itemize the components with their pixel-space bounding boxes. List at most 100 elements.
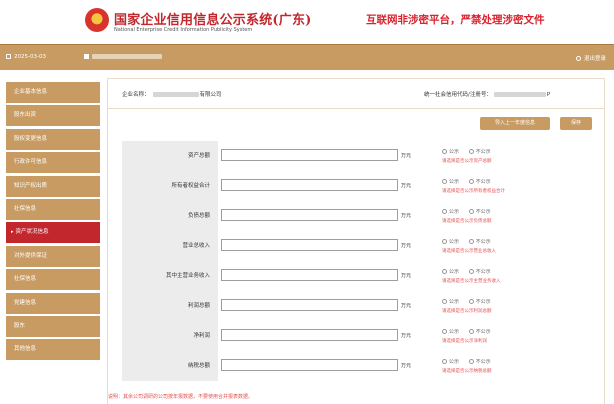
validation-hint: 请选择是否公示利润总额 [442, 309, 492, 314]
validation-hint: 请选择是否公示纳税总额 [442, 369, 492, 374]
private-radio[interactable] [468, 269, 474, 274]
site-subtitle: National Enterprise Credit Information P… [114, 27, 253, 33]
publicity-radio-group: 公示 不公示 [442, 298, 491, 305]
main-business-revenue-input[interactable] [221, 269, 398, 281]
form-row-main-business-revenue: 其中主营业务收入 万元 公示 不公示 请选择是否公示主营业务收入 [122, 261, 590, 291]
national-emblem-icon [85, 8, 109, 32]
publicity-radio-group: 公示 不公示 [442, 238, 491, 245]
public-radio[interactable] [442, 299, 447, 304]
logout-label: 退出登录 [583, 56, 606, 62]
form-row-net-profit: 净利润 万元 公示 不公示 请选择是否公示净利润 [122, 321, 590, 351]
power-icon [575, 56, 581, 61]
redacted-credit-code [493, 92, 546, 97]
main-panel: 企业名称： 有限公司 统一社会信用代码/注册号： P 导入上一年度信息 保存 资产总… [107, 78, 605, 404]
public-radio-label: 公示 [449, 179, 460, 185]
sidebar-item-equity-change[interactable]: 股权变更信息 [6, 128, 100, 150]
credit-code-label: 统一社会信用代码/注册号： [424, 92, 492, 98]
import-last-year-button[interactable]: 导入上一年度信息 [480, 117, 550, 130]
field-value-cell: 万元 公示 不公示 请选择是否公示负债总额 [218, 201, 590, 231]
publicity-radio-group: 公示 不公示 [442, 268, 491, 275]
private-radio[interactable] [468, 359, 474, 364]
public-radio[interactable] [442, 329, 447, 334]
sidebar-item-label: 知识产权出质 [14, 182, 48, 189]
field-value-cell: 万元 公示 不公示 请选择是否公示营业总收入 [218, 231, 590, 261]
field-label: 利润总额 [122, 291, 218, 321]
public-radio[interactable] [442, 359, 447, 364]
validation-hint: 请选择是否公示负债总额 [442, 219, 492, 224]
publicity-radio-group: 公示 不公示 [442, 328, 491, 335]
publicity-radio-group: 公示 不公示 [442, 148, 491, 155]
private-radio-label: 不公示 [475, 359, 491, 365]
public-radio[interactable] [442, 149, 447, 154]
publicity-radio-group: 公示 不公示 [442, 208, 491, 215]
sidebar-item-basic-info[interactable]: 企业基本信息 [6, 82, 100, 103]
logout-button[interactable]: 退出登录 [575, 54, 606, 62]
sidebar-item-shareholder-contribution[interactable]: 股东出资 [6, 105, 100, 127]
sidebar-item-social-security[interactable]: 社保信息 [6, 198, 100, 220]
unit-label: 万元 [401, 273, 412, 279]
save-button[interactable]: 保存 [560, 117, 592, 130]
company-name-suffix: 有限公司 [199, 92, 222, 98]
sidebar-item-party-building[interactable]: 党建信息 [6, 292, 100, 314]
private-radio-label: 不公示 [475, 299, 491, 305]
asset-status-form: 资产总额 万元 公示 不公示 请选择是否公示资产总额 所有者权益合计 万元 公示… [122, 141, 590, 381]
private-radio[interactable] [468, 179, 474, 184]
sidebar-item-label: 股权变更信息 [14, 135, 48, 142]
field-label: 其中主营业务收入 [122, 261, 218, 291]
private-radio[interactable] [468, 239, 474, 244]
sidebar-item-label: 股东出资 [14, 112, 37, 119]
total-revenue-input[interactable] [221, 239, 398, 251]
public-radio[interactable] [442, 239, 447, 244]
field-value-cell: 万元 公示 不公示 请选择是否公示纳税总额 [218, 351, 590, 381]
public-radio[interactable] [442, 269, 447, 274]
user-icon [84, 54, 89, 59]
total-assets-input[interactable] [221, 149, 398, 161]
field-label: 净利润 [122, 321, 218, 351]
sidebar-item-ip-pledge[interactable]: 知识产权出质 [6, 175, 100, 197]
private-radio[interactable] [468, 209, 474, 214]
footnote: 说明：其余公司调研的公司按年报数据，不要使用合并报表数据。 [108, 394, 254, 400]
form-row-owner-equity: 所有者权益合计 万元 公示 不公示 请选择是否公示所有者权益合计 [122, 171, 590, 201]
total-liabilities-input[interactable] [221, 209, 398, 221]
sidebar-item-external-guarantee[interactable]: 对外提供保证 [6, 245, 100, 267]
unit-label: 万元 [401, 153, 412, 159]
company-name-label: 企业名称： [122, 92, 150, 98]
sidebar-item-asset-status[interactable]: ▸ 资产状况信息 [6, 222, 100, 244]
unit-label: 万元 [401, 183, 412, 189]
sidebar-item-shareholders[interactable]: 股东 [6, 315, 100, 337]
calendar-icon [6, 54, 11, 59]
public-radio[interactable] [442, 179, 447, 184]
net-profit-input[interactable] [221, 329, 398, 341]
site-title: 国家企业信用信息公示系统(广东) [114, 13, 312, 28]
date-text: 2025-03-03 [14, 54, 46, 60]
private-radio[interactable] [468, 149, 474, 154]
field-label: 负债总额 [122, 201, 218, 231]
sidebar-nav: 企业基本信息 股东出资 股权变更信息 行政许可信息 知识产权出质 社保信息 ▸ 资… [6, 82, 100, 363]
field-value-cell: 万元 公示 不公示 请选择是否公示净利润 [218, 321, 590, 351]
sidebar-item-other-info[interactable]: 其他信息 [6, 339, 100, 361]
company-name: 企业名称： 有限公司 [122, 90, 222, 98]
sidebar-item-label: 企业基本信息 [14, 89, 48, 95]
private-radio-label: 不公示 [475, 239, 491, 245]
sidebar-item-admin-license[interactable]: 行政许可信息 [6, 152, 100, 174]
top-toolbar: 2025-03-03 退出登录 [0, 44, 614, 70]
form-row-total-liabilities: 负债总额 万元 公示 不公示 请选择是否公示负债总额 [122, 201, 590, 231]
sidebar-item-label: 股东 [14, 322, 26, 329]
private-radio[interactable] [468, 329, 474, 334]
owner-equity-input[interactable] [221, 179, 398, 191]
private-radio-label: 不公示 [475, 329, 491, 335]
credit-code: 统一社会信用代码/注册号： P [424, 90, 550, 98]
form-row-total-assets: 资产总额 万元 公示 不公示 请选择是否公示资产总额 [122, 141, 590, 171]
total-tax-input[interactable] [221, 359, 398, 371]
form-row-total-tax: 纳税总额 万元 公示 不公示 请选择是否公示纳税总额 [122, 351, 590, 381]
private-radio[interactable] [468, 299, 474, 304]
company-info-row: 企业名称： 有限公司 统一社会信用代码/注册号： P [108, 79, 604, 109]
field-label: 资产总额 [122, 141, 218, 171]
sidebar-item-social-info[interactable]: 社保信息 [6, 269, 100, 291]
form-row-total-profit: 利润总额 万元 公示 不公示 请选择是否公示利润总额 [122, 291, 590, 321]
unit-label: 万元 [401, 243, 412, 249]
sidebar-item-label: 社保信息 [14, 276, 37, 283]
total-profit-input[interactable] [221, 299, 398, 311]
public-radio-label: 公示 [449, 269, 460, 275]
public-radio[interactable] [442, 209, 447, 214]
